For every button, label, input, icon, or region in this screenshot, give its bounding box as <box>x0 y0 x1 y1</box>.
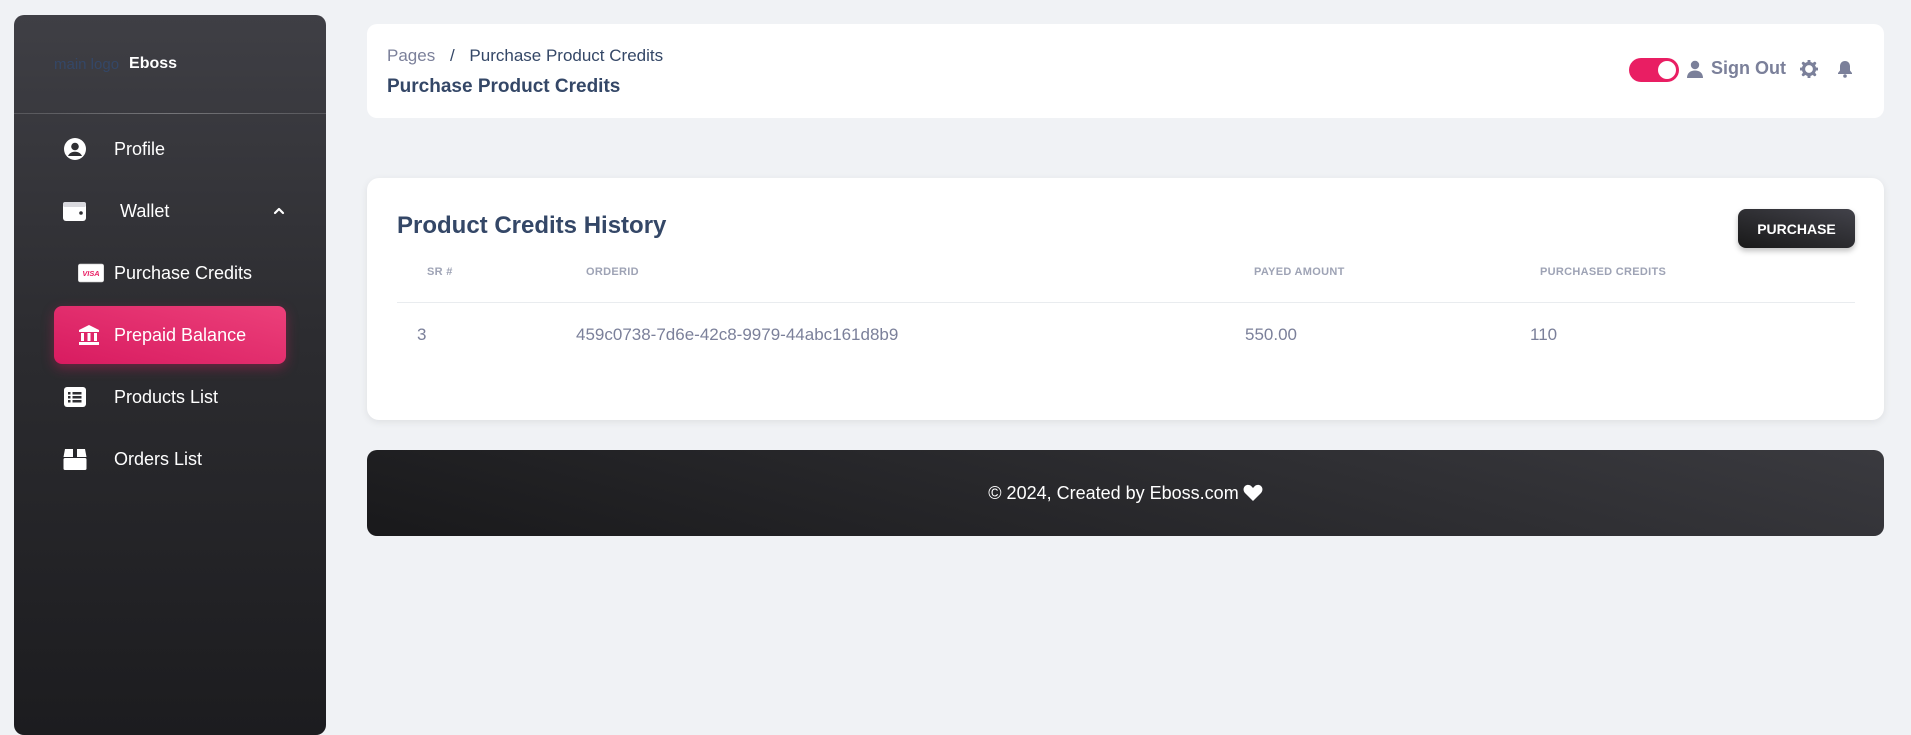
sidebar-item-purchase-credits[interactable]: VISA Purchase Credits <box>54 244 286 302</box>
sidebar-item-label: Orders List <box>114 448 203 469</box>
sign-out-label: Sign Out <box>1711 58 1786 78</box>
list-icon <box>62 384 88 410</box>
cell-sr: 3 <box>417 325 427 344</box>
user-circle-icon <box>62 136 88 162</box>
table-header: SR # ORDERID PAYED AMOUNT PURCHASED CRED… <box>397 266 1855 303</box>
table-row[interactable]: 3 459c0738-7d6e-42c8-9979-44abc161d8b9 5… <box>397 303 1855 371</box>
column-header[interactable]: ORDERID <box>586 266 639 278</box>
sidebar-item-label: Products List <box>114 386 219 407</box>
sidebar-item-label: Profile <box>114 138 166 159</box>
cell-payed-amount: 550.00 <box>1245 325 1297 344</box>
toggle-knob <box>1658 61 1676 79</box>
sidebar-item-label: Purchase Credits <box>114 262 253 283</box>
sidebar: main logo Eboss Profile Wallet VISA Purc… <box>14 15 326 735</box>
sidebar-item-prepaid-balance[interactable]: Prepaid Balance <box>54 306 286 364</box>
heart-icon <box>1243 484 1263 502</box>
column-header[interactable]: SR # <box>427 266 453 278</box>
credits-table: SR # ORDERID PAYED AMOUNT PURCHASED CRED… <box>397 266 1855 371</box>
user-icon <box>1687 60 1703 78</box>
visa-card-icon: VISA <box>78 260 104 286</box>
box-icon <box>62 446 88 472</box>
cell-orderid: 459c0738-7d6e-42c8-9979-44abc161d8b9 <box>576 325 899 344</box>
footer-text: © 2024, Created by Eboss.com <box>988 482 1239 503</box>
page-title: Purchase Product Credits <box>387 76 621 97</box>
sidebar-item-orders-list[interactable]: Orders List <box>54 430 286 488</box>
main-logo: main logo <box>54 55 120 73</box>
breadcrumb-current: Purchase Product Credits <box>469 46 664 65</box>
brand[interactable]: main logo Eboss <box>14 15 326 113</box>
svg-text:VISA: VISA <box>82 269 99 278</box>
theme-toggle[interactable] <box>1629 58 1679 82</box>
column-header[interactable]: PURCHASED CREDITS <box>1540 266 1666 278</box>
breadcrumb-separator: / <box>449 46 455 65</box>
sidebar-item-profile[interactable]: Profile <box>54 120 286 178</box>
breadcrumb-root[interactable]: Pages <box>387 46 435 65</box>
card-title: Product Credits History <box>397 212 667 239</box>
column-header[interactable]: PAYED AMOUNT <box>1254 266 1345 278</box>
sidebar-item-label: Wallet <box>120 200 170 221</box>
sidebar-item-wallet[interactable]: Wallet <box>54 182 286 240</box>
product-credits-card: Product Credits History PURCHASE SR # OR… <box>367 178 1884 420</box>
sign-out-button[interactable]: Sign Out <box>1687 58 1786 79</box>
breadcrumb: Pages / Purchase Product Credits <box>387 46 663 66</box>
brand-name: Eboss <box>129 55 178 72</box>
purchase-button[interactable]: PURCHASE <box>1738 209 1855 248</box>
bank-icon <box>76 322 102 348</box>
wallet-icon <box>62 198 88 224</box>
footer: © 2024, Created by Eboss.com <box>367 450 1884 536</box>
sidebar-item-label: Prepaid Balance <box>114 324 247 345</box>
sidebar-divider <box>14 113 326 114</box>
bell-icon[interactable] <box>1837 60 1853 78</box>
cell-purchased-credits: 110 <box>1530 325 1558 344</box>
gear-icon[interactable] <box>1800 60 1818 78</box>
chevron-up-icon[interactable] <box>272 202 286 223</box>
sidebar-item-products-list[interactable]: Products List <box>54 368 286 426</box>
top-navbar: Pages / Purchase Product Credits Purchas… <box>367 24 1884 118</box>
